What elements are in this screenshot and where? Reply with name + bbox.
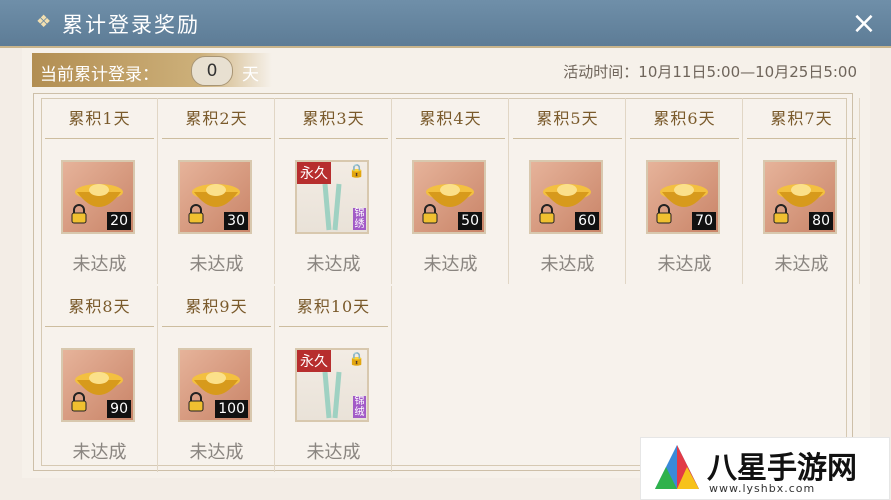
title-bar: ❖ 累计登录奖励 × — [0, 0, 891, 48]
login-days-count: 0 — [191, 56, 233, 86]
reward-cell-day-4[interactable]: 累积4天 50 未达成 — [392, 98, 509, 284]
gold-ingot-item[interactable]: 80 — [763, 160, 837, 234]
reward-status: 未达成 — [72, 254, 127, 275]
gold-ingot-item[interactable]: 50 — [412, 160, 486, 234]
reward-cell-title: 累积6天 — [630, 100, 739, 139]
reward-cell-day-9[interactable]: 累积9天 100 未达成 — [158, 286, 275, 472]
outfit-tag: 锦绒 — [353, 396, 366, 418]
reward-status: 未达成 — [774, 254, 829, 275]
reward-status: 未达成 — [306, 254, 361, 275]
reward-cell-day-5[interactable]: 累积5天 60 未达成 — [509, 98, 626, 284]
reward-cell-day-6[interactable]: 累积6天 70 未达成 — [626, 98, 743, 284]
days-unit-label: 天 — [242, 65, 259, 85]
gold-ingot-item[interactable]: 100 — [178, 348, 252, 422]
reward-cell-title: 累积3天 — [279, 100, 388, 139]
lock-icon: 🔒 — [348, 164, 365, 179]
item-quantity: 70 — [692, 212, 716, 230]
lock-icon — [188, 204, 204, 224]
outfit-item-icon[interactable]: 🔒 永久锦绒 — [295, 348, 369, 422]
gold-ingot-item[interactable]: 20 — [61, 160, 135, 234]
permanent-badge: 永久 — [297, 350, 331, 372]
reward-status: 未达成 — [189, 442, 244, 463]
lock-icon: 🔒 — [348, 352, 365, 367]
close-button[interactable]: × — [846, 6, 882, 42]
reward-status: 未达成 — [423, 254, 478, 275]
item-quantity: 90 — [107, 400, 131, 418]
gold-ingot-item[interactable]: 90 — [61, 348, 135, 422]
lock-icon — [773, 204, 789, 224]
reward-status: 未达成 — [540, 254, 595, 275]
reward-cell-title: 累积4天 — [396, 100, 505, 139]
reward-cell-title: 累积5天 — [513, 100, 622, 139]
item-quantity: 60 — [575, 212, 599, 230]
reward-status: 未达成 — [189, 254, 244, 275]
lock-icon — [71, 392, 87, 412]
gold-ingot-item[interactable]: 60 — [529, 160, 603, 234]
login-label: 当前累计登录： — [40, 65, 159, 85]
activity-time: 活动时间：10月11日5:00—10月25日5:00 — [563, 63, 857, 81]
lock-icon — [656, 204, 672, 224]
reward-cell-day-7[interactable]: 累积7天 80 未达成 — [743, 98, 860, 284]
lock-icon — [539, 204, 555, 224]
reward-cell-title: 累积1天 — [45, 100, 154, 139]
reward-cell-day-8[interactable]: 累积8天 90 未达成 — [41, 286, 158, 472]
item-quantity: 50 — [458, 212, 482, 230]
site-watermark: 八星手游网 www.lyshbx.com — [640, 437, 890, 500]
gold-ingot-item[interactable]: 70 — [646, 160, 720, 234]
reward-cell-day-2[interactable]: 累积2天 30 未达成 — [158, 98, 275, 284]
outfit-tag: 锦绣 — [353, 208, 366, 230]
reward-cell-day-10[interactable]: 累积10天 🔒 永久锦绒未达成 — [275, 286, 392, 472]
gold-ingot-item[interactable]: 30 — [178, 160, 252, 234]
item-quantity: 80 — [809, 212, 833, 230]
outfit-silhouette-icon — [322, 371, 342, 419]
reward-status: 未达成 — [306, 442, 361, 463]
watermark-url: www.lyshbx.com — [709, 482, 816, 495]
reward-cell-title: 累积9天 — [162, 288, 271, 327]
item-quantity: 100 — [215, 400, 248, 418]
reward-cell-title: 累积8天 — [45, 288, 154, 327]
reward-cell-title: 累积2天 — [162, 100, 271, 139]
item-quantity: 20 — [107, 212, 131, 230]
watermark-title: 八星手游网 — [707, 451, 857, 486]
reward-cell-day-3[interactable]: 累积3天 🔒 永久锦绣未达成 — [275, 98, 392, 284]
item-quantity: 30 — [224, 212, 248, 230]
reward-cell-title: 累积10天 — [279, 288, 388, 327]
watermark-logo-icon — [655, 445, 699, 489]
reward-status: 未达成 — [72, 442, 127, 463]
lock-icon — [71, 204, 87, 224]
outfit-item-icon[interactable]: 🔒 永久锦绣 — [295, 160, 369, 234]
permanent-badge: 永久 — [297, 162, 331, 184]
diamond-icon: ❖ — [36, 12, 52, 32]
lock-icon — [188, 392, 204, 412]
lock-icon — [422, 204, 438, 224]
reward-cell-title: 累积7天 — [747, 100, 856, 139]
reward-status: 未达成 — [657, 254, 712, 275]
window-title: 累计登录奖励 — [62, 13, 200, 37]
outfit-silhouette-icon — [322, 183, 342, 231]
reward-cell-day-1[interactable]: 累积1天 20 未达成 — [41, 98, 158, 284]
